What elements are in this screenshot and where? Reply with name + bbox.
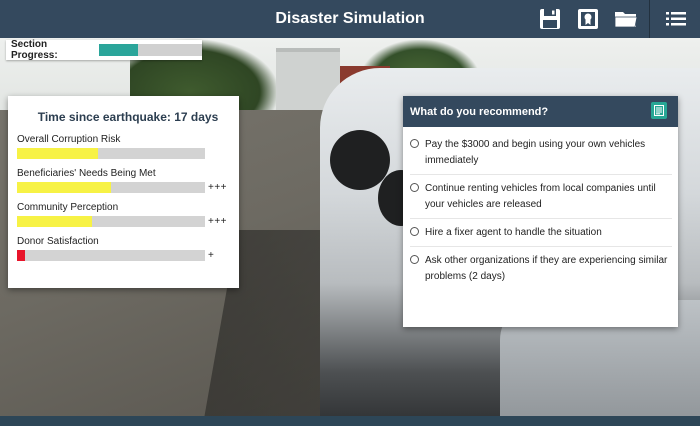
- app-title: Disaster Simulation: [275, 10, 425, 27]
- radio-button[interactable]: [410, 255, 419, 264]
- menu-icon[interactable]: [664, 7, 688, 31]
- stat-label: Overall Corruption Risk: [17, 134, 121, 145]
- radio-button[interactable]: [410, 139, 419, 148]
- stat-bar: [17, 216, 205, 227]
- save-icon[interactable]: [538, 7, 562, 31]
- section-progress-fill: [99, 44, 139, 56]
- recommendation-panel: What do you recommend? Pay the $3000 and…: [403, 96, 678, 327]
- option-continue-renting[interactable]: Continue renting vehicles from local com…: [410, 175, 672, 219]
- stat-delta: +++: [208, 216, 228, 227]
- section-progress: Section Progress:: [6, 39, 202, 61]
- stat-label: Beneficiaries' Needs Being Met: [17, 168, 156, 179]
- stats-panel: Time since earthquake: 17 days Overall C…: [8, 96, 239, 288]
- stat-label: Donor Satisfaction: [17, 236, 99, 247]
- stat-bar-fill: [17, 250, 26, 261]
- section-progress-bar: [99, 44, 202, 56]
- stat-needs-met: Beneficiaries' Needs Being Met +++: [17, 168, 239, 193]
- stat-community-perception: Community Perception +++: [17, 202, 239, 227]
- option-label: Ask other organizations if they are expe…: [425, 255, 668, 282]
- option-label: Continue renting vehicles from local com…: [425, 183, 656, 210]
- stat-bar: [17, 250, 205, 261]
- option-ask-organizations[interactable]: Ask other organizations if they are expe…: [410, 247, 672, 290]
- question-title: What do you recommend?: [410, 105, 549, 118]
- stat-bar: [17, 148, 205, 159]
- option-hire-fixer[interactable]: Hire a fixer agent to handle the situati…: [410, 219, 672, 247]
- notes-icon[interactable]: [651, 102, 667, 119]
- stat-corruption-risk: Overall Corruption Risk: [17, 134, 239, 159]
- stat-delta: +: [208, 250, 215, 261]
- header-divider: [649, 0, 650, 38]
- folder-icon[interactable]: [614, 7, 638, 31]
- time-since-earthquake: Time since earthquake: 17 days: [37, 110, 219, 124]
- stat-donor-satisfaction: Donor Satisfaction +: [17, 236, 239, 261]
- section-progress-label: Section Progress:: [11, 39, 58, 61]
- stat-label: Community Perception: [17, 202, 119, 213]
- stat-bar-fill: [17, 216, 93, 227]
- stat-bar-fill: [17, 148, 98, 159]
- option-label: Hire a fixer agent to handle the situati…: [425, 227, 602, 238]
- option-pay-3000[interactable]: Pay the $3000 and begin using your own v…: [410, 131, 672, 175]
- app-header: Disaster Simulation: [0, 0, 700, 38]
- options-list: Pay the $3000 and begin using your own v…: [403, 127, 678, 290]
- certificate-icon[interactable]: [576, 7, 600, 31]
- stat-bar: [17, 182, 205, 193]
- stat-delta: +++: [208, 182, 228, 193]
- option-label: Pay the $3000 and begin using your own v…: [425, 139, 646, 166]
- question-header: What do you recommend?: [403, 96, 678, 127]
- stat-bar-fill: [17, 182, 111, 193]
- radio-button[interactable]: [410, 227, 419, 236]
- radio-button[interactable]: [410, 183, 419, 192]
